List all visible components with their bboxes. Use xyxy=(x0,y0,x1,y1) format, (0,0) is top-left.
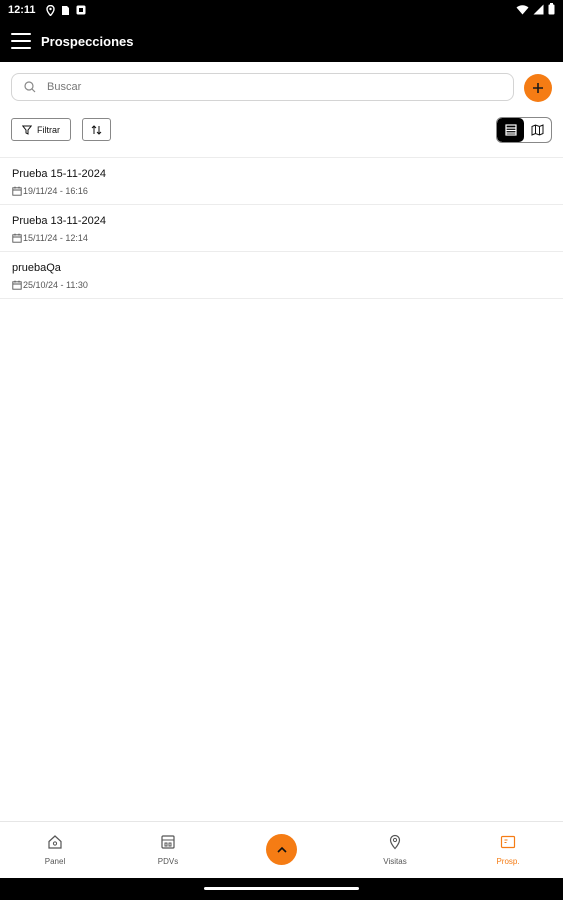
battery-icon xyxy=(548,3,555,15)
store-icon xyxy=(161,835,175,849)
list-item[interactable]: Prueba 15-11-2024 19/11/24 - 16:16 xyxy=(0,158,563,205)
search-input[interactable] xyxy=(45,80,489,94)
calendar-icon xyxy=(12,233,22,243)
center-action-button[interactable] xyxy=(266,834,297,865)
filter-label: Filtrar xyxy=(37,124,60,135)
nav-item-panel[interactable]: Panel xyxy=(0,822,110,879)
map-view-icon xyxy=(531,124,544,136)
filter-button[interactable]: Filtrar xyxy=(11,118,71,141)
view-mode-toggle xyxy=(496,117,552,143)
nav-item-pdvs[interactable]: PDVs xyxy=(113,822,223,879)
plus-icon xyxy=(533,83,543,93)
nav-label: PDVs xyxy=(157,857,179,866)
list-item[interactable]: Prueba 13-11-2024 15/11/24 - 12:14 xyxy=(0,205,563,252)
search-bar[interactable] xyxy=(11,73,514,101)
chevron-up-icon xyxy=(276,846,287,853)
list-view-icon xyxy=(504,124,517,136)
status-time: 12:11 xyxy=(8,4,36,16)
map-pin-icon xyxy=(389,834,401,850)
wifi-icon xyxy=(516,4,529,14)
item-name: Prueba 13-11-2024 xyxy=(12,215,106,227)
notification-icon xyxy=(76,5,86,15)
list-item[interactable]: pruebaQa 25/10/24 - 11:30 xyxy=(0,252,563,299)
nav-item-prosp[interactable]: Prosp. xyxy=(453,822,563,879)
item-date: 25/10/24 - 11:30 xyxy=(23,280,88,290)
nav-label: Prosp. xyxy=(496,857,520,866)
item-name: Prueba 15-11-2024 xyxy=(12,168,106,180)
calendar-icon xyxy=(12,186,22,196)
item-date: 15/11/24 - 12:14 xyxy=(23,233,88,243)
status-bar: 12:11 xyxy=(0,0,563,20)
home-icon xyxy=(48,835,62,849)
sort-arrows-icon xyxy=(91,124,102,135)
gesture-bar xyxy=(0,878,563,900)
sort-button[interactable] xyxy=(82,118,111,141)
sim-icon xyxy=(61,5,69,15)
item-date: 19/11/24 - 16:16 xyxy=(23,186,88,196)
nav-label: Visitas xyxy=(383,857,407,866)
hamburger-menu-icon[interactable] xyxy=(11,33,31,49)
nav-item-visitas[interactable]: Visitas xyxy=(340,822,450,879)
home-indicator[interactable] xyxy=(204,887,359,890)
filter-icon xyxy=(22,125,32,135)
signal-icon xyxy=(533,4,544,14)
app-bar: Prospecciones xyxy=(0,20,563,62)
add-prospection-button[interactable] xyxy=(524,74,552,102)
list-view-button[interactable] xyxy=(497,118,524,142)
prospect-card-icon xyxy=(500,835,516,849)
calendar-icon xyxy=(12,280,22,290)
prospection-list: Prueba 15-11-2024 19/11/24 - 16:16 Prueb… xyxy=(0,157,563,299)
location-icon xyxy=(45,4,55,16)
nav-label: Panel xyxy=(44,857,66,866)
page-title: Prospecciones xyxy=(41,33,134,49)
map-view-button[interactable] xyxy=(524,118,551,142)
search-icon xyxy=(24,81,36,93)
item-name: pruebaQa xyxy=(12,262,61,274)
